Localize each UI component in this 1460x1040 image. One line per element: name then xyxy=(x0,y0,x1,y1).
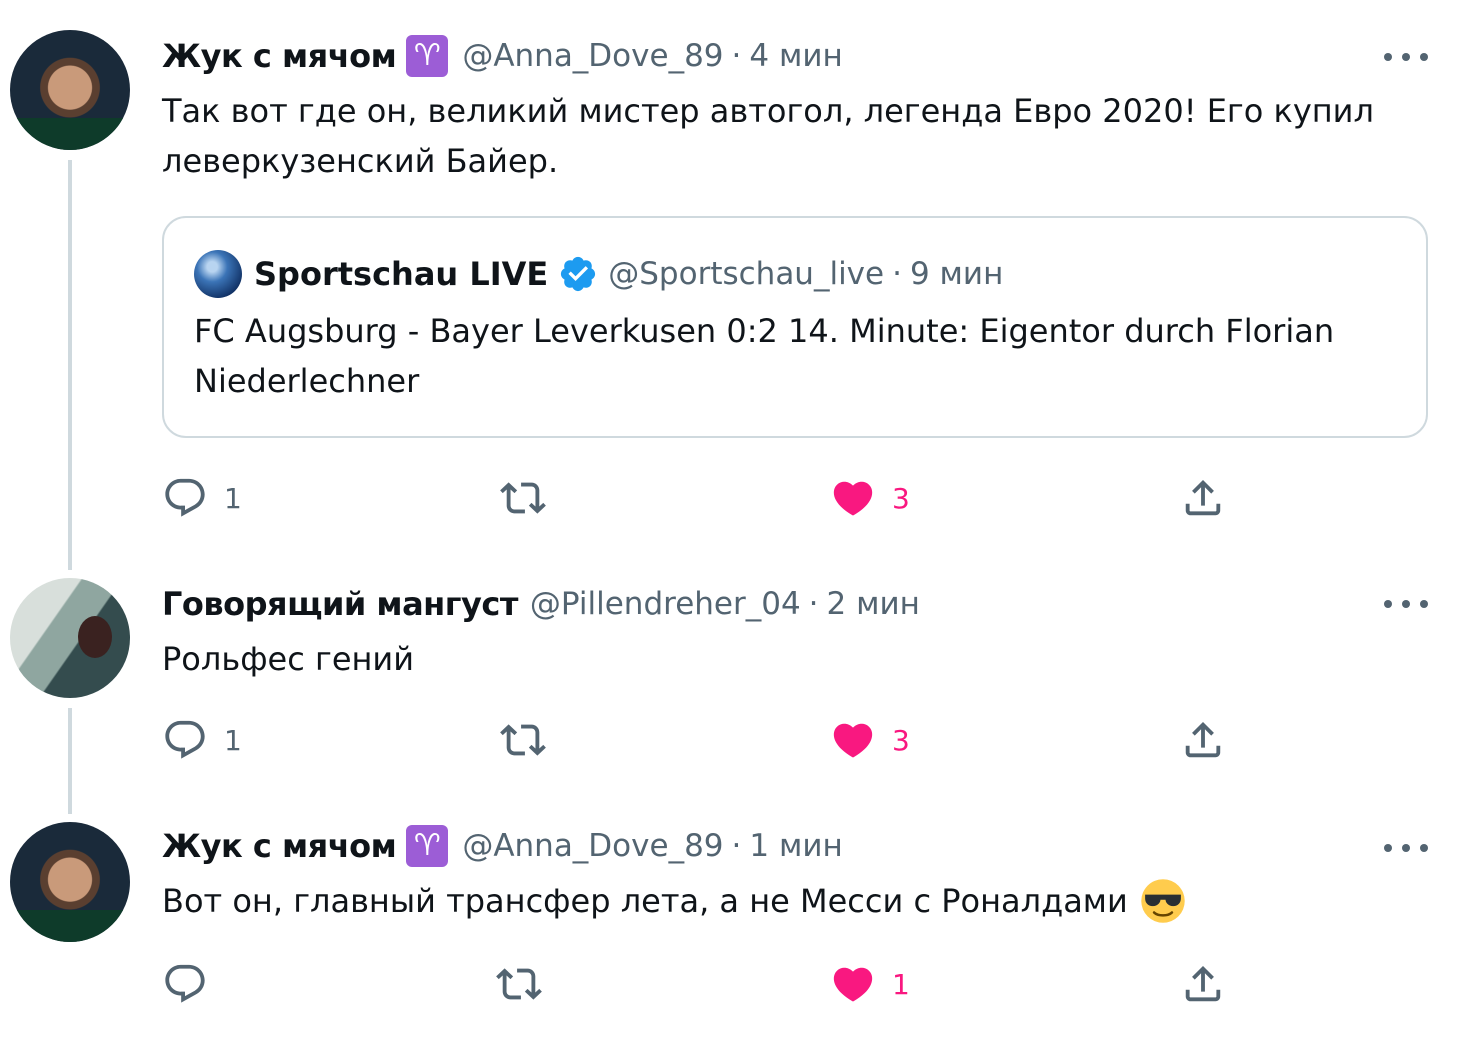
display-name: Sportschau LIVE xyxy=(254,255,549,293)
avatar[interactable] xyxy=(10,30,130,150)
separator: · xyxy=(731,38,742,74)
share-icon xyxy=(1185,965,1221,1002)
quoted-text-line: Niederlechner xyxy=(194,362,420,400)
verified-badge-icon xyxy=(561,256,596,292)
tweet-text: Вот он, главный трансфер лета, а не Месс… xyxy=(162,876,1422,926)
retweet-icon xyxy=(500,724,546,756)
quoted-tweet[interactable]: Sportschau LIVE @Sportschau_live · 9 мин… xyxy=(162,216,1428,438)
avatar[interactable] xyxy=(10,822,130,942)
tweet[interactable]: Жук с мячом ♈ @Anna_Dove_89 · 4 мин Так … xyxy=(0,0,1460,560)
tweet-text-line: Так вот где он, великий мистер автогол, … xyxy=(162,92,1374,130)
tweet-header: Жук с мячом ♈ @Anna_Dove_89 · 1 мин xyxy=(162,824,843,868)
tweet-text: Рольфес гений xyxy=(162,640,415,678)
tweet-header: Жук с мячом ♈ @Anna_Dove_89 · 4 мин xyxy=(162,34,843,78)
aries-badge-icon: ♈ xyxy=(406,825,449,867)
like-button[interactable]: 3 xyxy=(830,470,910,526)
separator: · xyxy=(731,828,742,864)
aries-badge-icon: ♈ xyxy=(406,35,449,77)
like-button[interactable]: 1 xyxy=(830,956,910,1012)
separator: · xyxy=(892,256,902,292)
display-name[interactable]: Жук с мячом xyxy=(162,37,397,75)
timestamp[interactable]: 2 мин xyxy=(827,586,920,622)
reply-button[interactable]: 1 xyxy=(162,470,242,526)
quoted-tweet-text: FC Augsburg - Bayer Leverkusen 0:2 14. M… xyxy=(194,306,1394,406)
tweet-actions: 1 xyxy=(0,956,1460,1012)
timestamp[interactable]: 4 мин xyxy=(749,38,842,74)
reply-count: 1 xyxy=(224,723,242,757)
display-name[interactable]: Жук с мячом xyxy=(162,827,397,865)
reply-icon xyxy=(165,478,205,517)
timestamp: 9 мин xyxy=(909,256,1004,292)
sunglasses-emoji-icon xyxy=(1141,879,1185,923)
tweet-text: Так вот где он, великий мистер автогол, … xyxy=(162,86,1422,186)
retweet-button[interactable] xyxy=(500,470,546,526)
tweet-header: Говорящий мангуст @Pillendreher_04 · 2 м… xyxy=(162,582,920,626)
like-count: 1 xyxy=(892,967,910,1001)
like-count: 3 xyxy=(892,481,910,515)
more-options-icon[interactable] xyxy=(1384,45,1428,69)
share-icon xyxy=(1185,479,1221,516)
retweet-icon xyxy=(500,482,546,514)
handle: @Sportschau_live xyxy=(608,256,885,292)
reply-icon xyxy=(165,720,205,759)
share-button[interactable] xyxy=(1180,956,1226,1012)
heart-icon xyxy=(833,723,873,758)
avatar[interactable] xyxy=(10,578,130,698)
share-button[interactable] xyxy=(1180,712,1226,768)
retweet-icon xyxy=(496,968,542,1000)
handle[interactable]: @Anna_Dove_89 xyxy=(462,828,723,864)
share-icon xyxy=(1185,721,1221,758)
heart-icon xyxy=(833,967,873,1002)
timestamp[interactable]: 1 мин xyxy=(749,828,842,864)
more-options-icon[interactable] xyxy=(1384,836,1428,860)
avatar xyxy=(194,250,242,298)
tweet-text-line: леверкузенский Байер. xyxy=(162,142,559,180)
like-button[interactable]: 3 xyxy=(830,712,910,768)
quoted-tweet-header: Sportschau LIVE @Sportschau_live · 9 мин xyxy=(194,250,1003,298)
tweet[interactable]: Говорящий мангуст @Pillendreher_04 · 2 м… xyxy=(0,560,1460,800)
handle[interactable]: @Pillendreher_04 xyxy=(530,586,801,622)
quoted-text-line: FC Augsburg - Bayer Leverkusen 0:2 14. M… xyxy=(194,312,1335,350)
tweet-actions: 1 3 xyxy=(0,470,1460,526)
retweet-button[interactable] xyxy=(496,956,542,1012)
handle[interactable]: @Anna_Dove_89 xyxy=(462,38,723,74)
separator: · xyxy=(808,586,819,622)
reply-button[interactable]: 1 xyxy=(162,712,242,768)
more-options-icon[interactable] xyxy=(1384,592,1428,616)
reply-count: 1 xyxy=(224,481,242,515)
like-count: 3 xyxy=(892,723,910,757)
retweet-button[interactable] xyxy=(500,712,546,768)
share-button[interactable] xyxy=(1180,470,1226,526)
reply-icon xyxy=(165,964,205,1003)
display-name[interactable]: Говорящий мангуст xyxy=(162,585,518,623)
tweet-actions: 1 3 xyxy=(0,712,1460,768)
heart-icon xyxy=(833,481,873,516)
reply-button[interactable] xyxy=(162,956,224,1012)
tweet[interactable]: Жук с мячом ♈ @Anna_Dove_89 · 1 мин Вот … xyxy=(0,800,1460,1040)
tweet-text-content: Вот он, главный трансфер лета, а не Месс… xyxy=(162,882,1128,920)
